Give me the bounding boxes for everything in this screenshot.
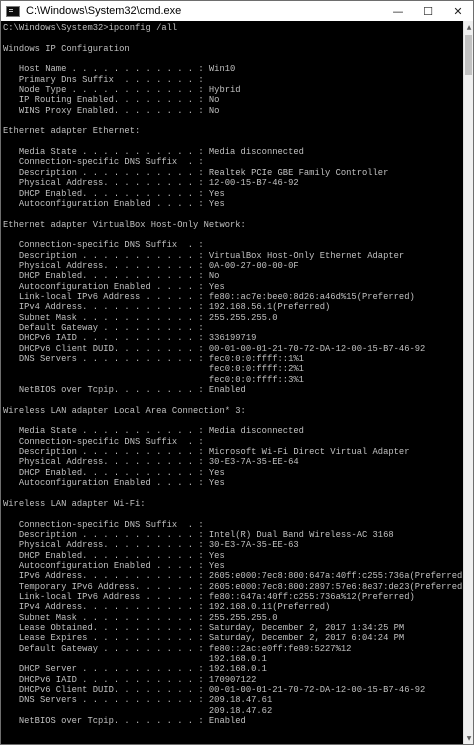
console-line: DHCPv6 IAID . . . . . . . . . . . : 3361…: [3, 333, 257, 344]
console-line: Autoconfiguration Enabled . . . . : Yes: [3, 560, 225, 571]
console-line: Node Type . . . . . . . . . . . . : Hybr…: [3, 85, 241, 96]
console-line: Subnet Mask . . . . . . . . . . . : 255.…: [3, 612, 278, 623]
scroll-down-arrow-icon[interactable]: ▼: [464, 732, 473, 744]
title-bar[interactable]: C:\Windows\System32\cmd.exe — ☐ ✕: [1, 1, 473, 21]
console-line: 209.18.47.62: [3, 705, 273, 716]
console-line: IPv4 Address. . . . . . . . . . . : 192.…: [3, 302, 331, 313]
console-line: fec0:0:0:ffff::2%1: [3, 364, 304, 375]
cmd-window: C:\Windows\System32\cmd.exe — ☐ ✕ C:\Win…: [0, 0, 474, 745]
console-line: NetBIOS over Tcpip. . . . . . . . : Enab…: [3, 385, 246, 396]
scroll-up-arrow-icon[interactable]: ▲: [464, 21, 473, 33]
console-line: C:\Windows\System32>ipconfig /all: [3, 23, 178, 33]
console-line: Temporary IPv6 Address. . . . . . : 2605…: [3, 581, 463, 592]
console-line: Link-local IPv6 Address . . . . . : fe80…: [3, 591, 415, 602]
console-line: DNS Servers . . . . . . . . . . . : fec0…: [3, 354, 304, 364]
console-line: Ethernet adapter Ethernet:: [3, 126, 141, 137]
console-line: DHCP Enabled. . . . . . . . . . . : Yes: [3, 550, 225, 561]
maximize-button[interactable]: ☐: [413, 1, 443, 21]
minimize-button[interactable]: —: [383, 1, 413, 21]
console-line: Default Gateway . . . . . . . . . : fe80…: [3, 643, 352, 654]
console-line: IP Routing Enabled. . . . . . . . : No: [3, 95, 220, 106]
console-line: DHCPv6 Client DUID. . . . . . . . : 00-0…: [3, 685, 426, 695]
console-line: Link-local IPv6 Address . . . . . : fe80…: [3, 291, 415, 302]
console-line: DNS Servers . . . . . . . . . . . : 209.…: [3, 695, 273, 706]
vertical-scrollbar[interactable]: ▲ ▼: [463, 21, 473, 744]
console-line: DHCP Server . . . . . . . . . . . : 192.…: [3, 664, 267, 675]
console-output[interactable]: C:\Windows\System32>ipconfig /all Windows…: [1, 21, 463, 744]
console-line: Windows IP Configuration: [3, 43, 130, 54]
close-button[interactable]: ✕: [443, 1, 473, 21]
scrollbar-thumb[interactable]: [465, 35, 472, 75]
console-line: DHCPv6 Client DUID. . . . . . . . : 00-0…: [3, 343, 426, 354]
console-line: Description . . . . . . . . . . . : Inte…: [3, 529, 394, 540]
console-line: IPv4 Address. . . . . . . . . . . : 192.…: [3, 602, 331, 613]
console-line: Autoconfiguration Enabled . . . . : Yes: [3, 281, 225, 292]
console-line: Description . . . . . . . . . . . : Real…: [3, 167, 389, 178]
console-line: Connection-specific DNS Suffix . :: [3, 519, 204, 530]
console-line: 192.168.0.1: [3, 653, 267, 664]
console-line: Autoconfiguration Enabled . . . . : Yes: [3, 478, 225, 489]
console-line: DHCP Enabled. . . . . . . . . . . : Yes: [3, 188, 225, 199]
console-line: Primary Dns Suffix . . . . . . . :: [3, 74, 204, 85]
console-line: Media State . . . . . . . . . . . : Medi…: [3, 147, 304, 158]
console-line: WINS Proxy Enabled. . . . . . . . : No: [3, 105, 220, 116]
console-line: DHCP Enabled. . . . . . . . . . . : No: [3, 271, 220, 282]
console-line: Connection-specific DNS Suffix . :: [3, 436, 204, 447]
console-line: Lease Obtained. . . . . . . . . . : Satu…: [3, 622, 405, 633]
console-line: DHCPv6 IAID . . . . . . . . . . . : 1709…: [3, 674, 257, 685]
console-line: Connection-specific DNS Suffix . :: [3, 157, 204, 168]
console-line: Wireless LAN adapter Wi-Fi:: [3, 498, 146, 509]
console-line: Subnet Mask . . . . . . . . . . . : 255.…: [3, 312, 278, 323]
console-line: IPv6 Address. . . . . . . . . . . : 2605…: [3, 571, 463, 582]
console-line: NetBIOS over Tcpip. . . . . . . . : Enab…: [3, 716, 246, 727]
console-line: DHCP Enabled. . . . . . . . . . . : Yes: [3, 467, 225, 478]
console-line: fec0:0:0:ffff::3%1: [3, 374, 304, 385]
console-line: Host Name . . . . . . . . . . . . : Win1…: [3, 64, 236, 75]
console-line: Lease Expires . . . . . . . . . . : Satu…: [3, 633, 405, 644]
cmd-app-icon: [6, 5, 20, 17]
console-line: Media State . . . . . . . . . . . : Medi…: [3, 426, 304, 437]
console-line: Connection-specific DNS Suffix . :: [3, 240, 204, 251]
console-line: Autoconfiguration Enabled . . . . : Yes: [3, 198, 225, 209]
console-line: Physical Address. . . . . . . . . : 30-E…: [3, 540, 299, 551]
console-line: Wireless LAN adapter Local Area Connecti…: [3, 405, 246, 416]
console-line: Default Gateway . . . . . . . . . :: [3, 322, 204, 333]
window-title: C:\Windows\System32\cmd.exe: [26, 5, 182, 17]
console-line: Description . . . . . . . . . . . : Virt…: [3, 250, 405, 261]
console-line: Physical Address. . . . . . . . . : 30-E…: [3, 457, 299, 468]
console-line: Ethernet adapter VirtualBox Host-Only Ne…: [3, 219, 246, 230]
console-line: Description . . . . . . . . . . . : Micr…: [3, 447, 410, 458]
console-line: Physical Address. . . . . . . . . : 12-0…: [3, 178, 299, 189]
console-line: Physical Address. . . . . . . . . : 0A-0…: [3, 260, 299, 271]
